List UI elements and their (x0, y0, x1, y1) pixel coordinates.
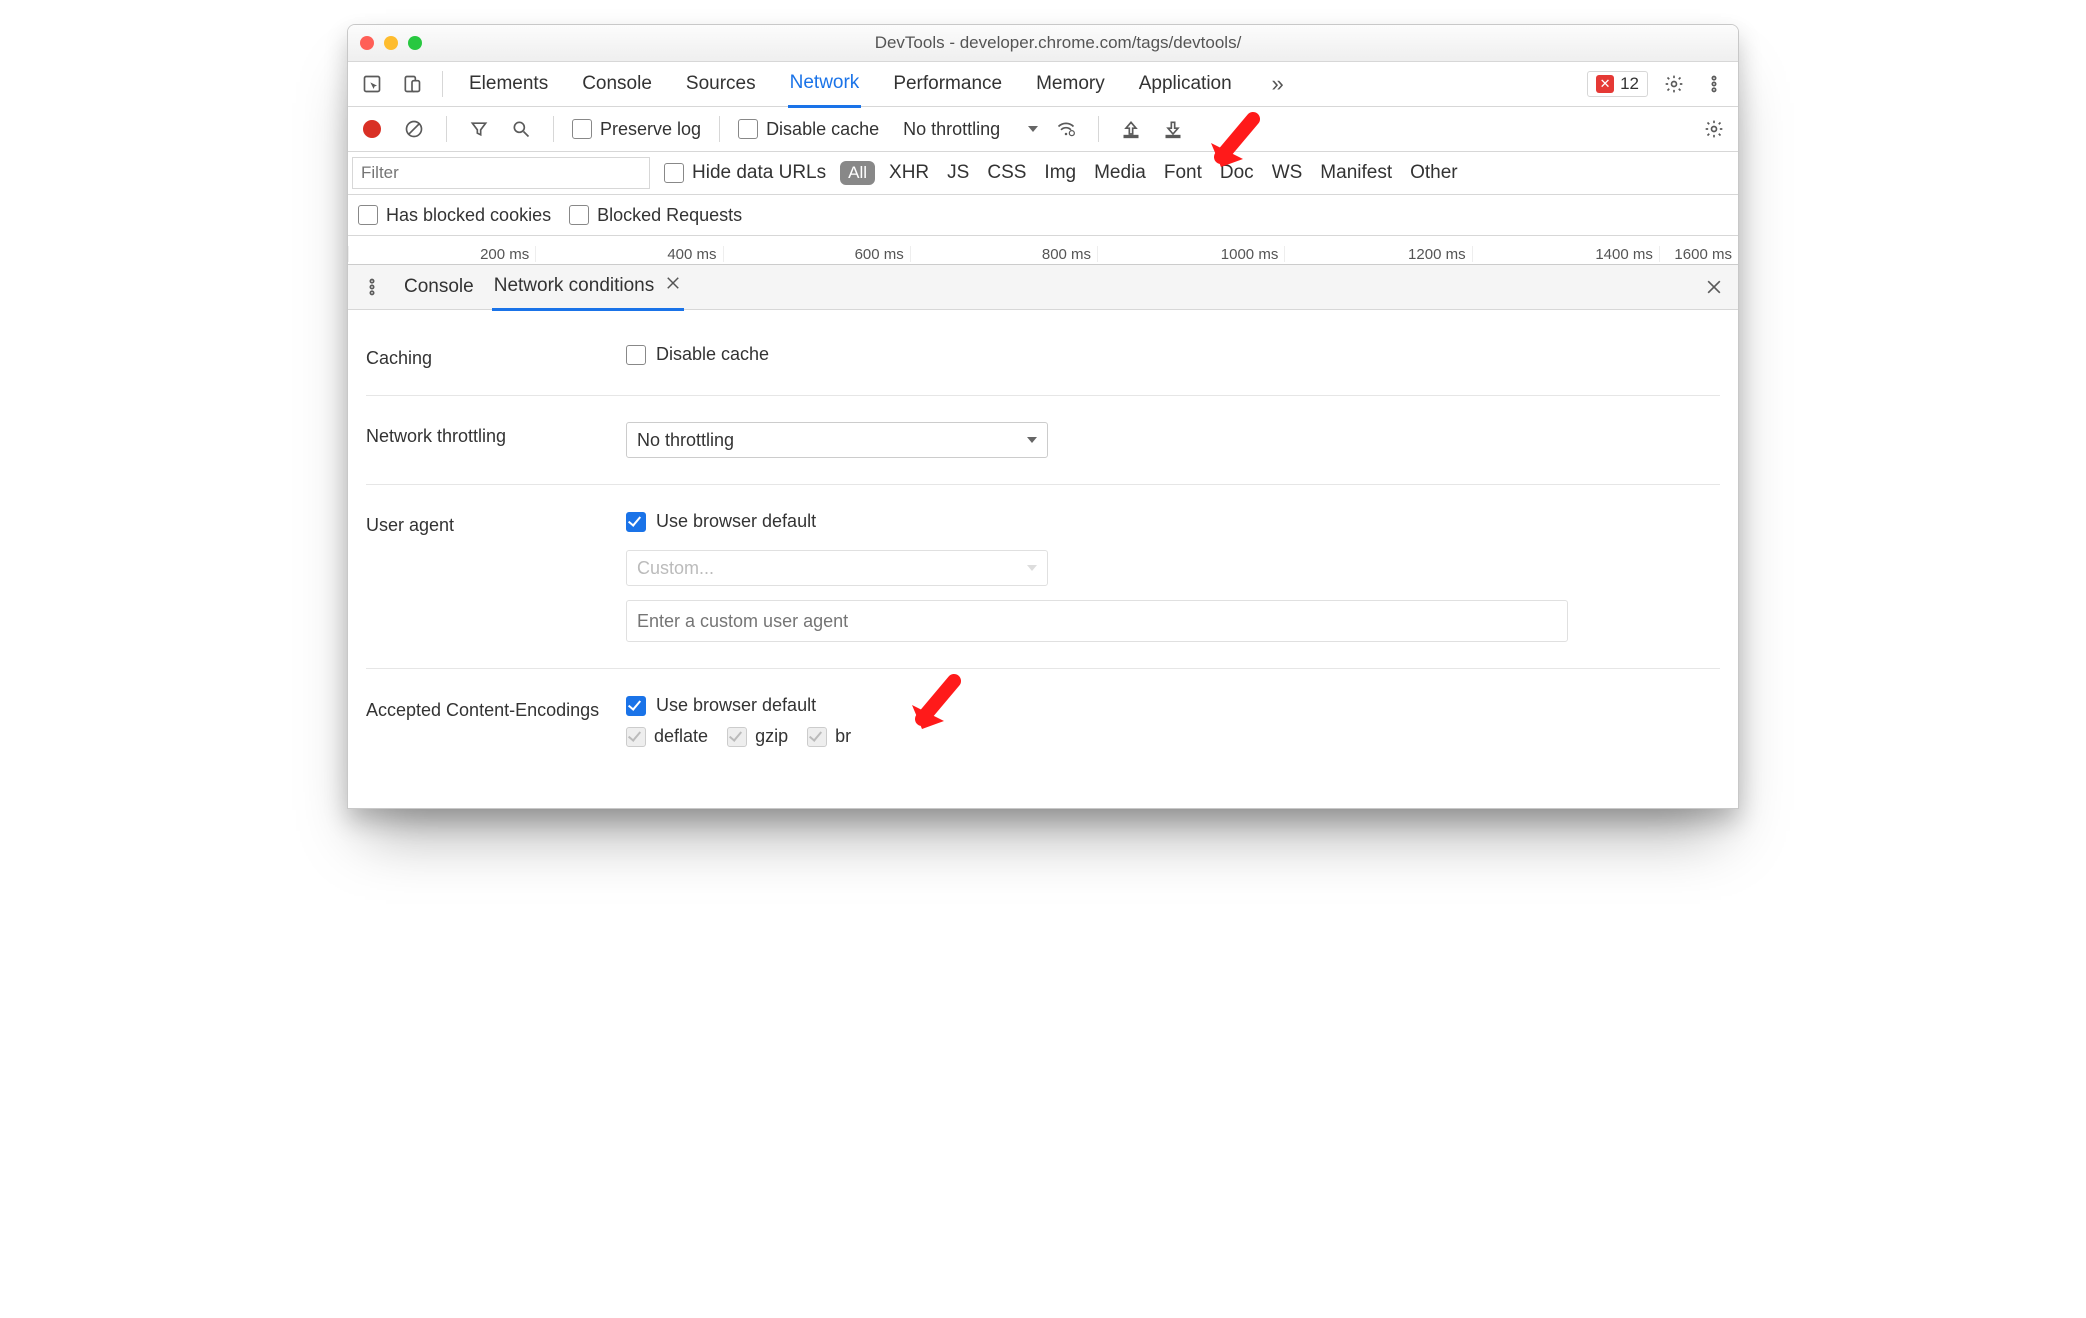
ua-custom-input (626, 600, 1568, 642)
network-filter-bar: Hide data URLs All XHR JS CSS Img Media … (348, 152, 1738, 195)
window-title: DevTools - developer.chrome.com/tags/dev… (378, 33, 1738, 53)
filter-type-js[interactable]: JS (947, 162, 969, 184)
disable-cache-checkbox[interactable]: Disable cache (738, 119, 879, 140)
encodings-browser-default-checkbox[interactable]: Use browser default (626, 695, 1720, 716)
search-icon[interactable] (507, 115, 535, 143)
more-tabs-icon[interactable]: » (1264, 70, 1292, 98)
drawer-tab-console[interactable]: Console (402, 265, 476, 309)
device-toolbar-icon[interactable] (398, 70, 426, 98)
chevron-down-icon (1028, 126, 1038, 132)
devtools-main-tabbar: Elements Console Sources Network Perform… (348, 62, 1738, 107)
filter-type-xhr[interactable]: XHR (889, 162, 929, 184)
filter-type-css[interactable]: CSS (987, 162, 1026, 184)
tab-memory[interactable]: Memory (1034, 62, 1107, 106)
timeline-tick: 1600 ms (1659, 246, 1738, 262)
has-blocked-cookies-checkbox[interactable]: Has blocked cookies (358, 205, 551, 226)
tab-performance[interactable]: Performance (891, 62, 1004, 106)
tab-elements[interactable]: Elements (467, 62, 550, 106)
tab-application[interactable]: Application (1137, 62, 1234, 106)
network-timeline[interactable]: 200 ms 400 ms 600 ms 800 ms 1000 ms 1200… (348, 236, 1738, 265)
filter-type-font[interactable]: Font (1164, 162, 1202, 184)
window-titlebar: DevTools - developer.chrome.com/tags/dev… (348, 25, 1738, 62)
timeline-tick: 1400 ms (1472, 246, 1659, 262)
timeline-tick: 200 ms (348, 246, 535, 262)
ua-custom-dropdown: Custom... (626, 550, 1048, 586)
close-window-button[interactable] (360, 36, 374, 50)
blocked-requests-checkbox[interactable]: Blocked Requests (569, 205, 742, 226)
ua-browser-default-checkbox[interactable]: Use browser default (626, 511, 1720, 532)
filter-type-doc[interactable]: Doc (1220, 162, 1254, 184)
tab-network[interactable]: Network (788, 61, 862, 108)
network-options-row: Has blocked cookies Blocked Requests (348, 195, 1738, 236)
chevron-down-icon (1027, 565, 1037, 571)
throttling-dropdown[interactable]: No throttling (626, 422, 1048, 458)
filter-type-ws[interactable]: WS (1272, 162, 1303, 184)
filter-type-manifest[interactable]: Manifest (1320, 162, 1392, 184)
user-agent-label: User agent (366, 511, 626, 536)
timeline-tick: 400 ms (535, 246, 722, 262)
error-count: 12 (1620, 74, 1639, 94)
chevron-down-icon (1027, 437, 1037, 443)
encoding-gzip-checkbox: gzip (727, 726, 788, 747)
kebab-menu-icon[interactable] (1700, 70, 1728, 98)
filter-type-other[interactable]: Other (1410, 162, 1458, 184)
drawer-tab-network-conditions[interactable]: Network conditions (492, 264, 685, 311)
filter-input[interactable] (352, 157, 650, 189)
encoding-br-checkbox: br (807, 726, 851, 747)
filter-type-img[interactable]: Img (1044, 162, 1076, 184)
error-count-badge[interactable]: ✕ 12 (1587, 71, 1648, 97)
encoding-deflate-checkbox: deflate (626, 726, 708, 747)
preserve-log-checkbox[interactable]: Preserve log (572, 119, 701, 140)
tab-console[interactable]: Console (580, 62, 654, 106)
timeline-tick: 1000 ms (1097, 246, 1284, 262)
filter-type-media[interactable]: Media (1094, 162, 1146, 184)
network-settings-icon[interactable] (1700, 115, 1728, 143)
network-toolbar: Preserve log Disable cache No throttling (348, 107, 1738, 152)
upload-har-icon[interactable] (1117, 115, 1145, 143)
settings-icon[interactable] (1660, 70, 1688, 98)
filter-icon[interactable] (465, 115, 493, 143)
inspect-element-icon[interactable] (358, 70, 386, 98)
timeline-tick: 600 ms (723, 246, 910, 262)
network-conditions-icon[interactable] (1052, 115, 1080, 143)
hide-data-urls-checkbox[interactable]: Hide data URLs (664, 162, 826, 184)
panel-disable-cache-checkbox[interactable]: Disable cache (626, 344, 1720, 365)
drawer-kebab-menu-icon[interactable] (358, 273, 386, 301)
record-button[interactable] (358, 115, 386, 143)
tab-sources[interactable]: Sources (684, 62, 758, 106)
timeline-tick: 800 ms (910, 246, 1097, 262)
error-icon: ✕ (1596, 75, 1614, 93)
filter-type-all[interactable]: All (840, 161, 875, 185)
caching-label: Caching (366, 344, 626, 369)
close-drawer-icon[interactable] (1700, 273, 1728, 301)
download-har-icon[interactable] (1159, 115, 1187, 143)
throttling-select[interactable]: No throttling (903, 119, 1038, 140)
timeline-tick: 1200 ms (1284, 246, 1471, 262)
drawer-tabbar: Console Network conditions (348, 265, 1738, 310)
network-conditions-panel: Caching Disable cache Network throttling… (348, 310, 1738, 808)
clear-icon[interactable] (400, 115, 428, 143)
throttling-label: Network throttling (366, 422, 626, 447)
content-encodings-label: Accepted Content-Encodings (366, 695, 626, 722)
close-tab-icon[interactable] (664, 274, 682, 298)
